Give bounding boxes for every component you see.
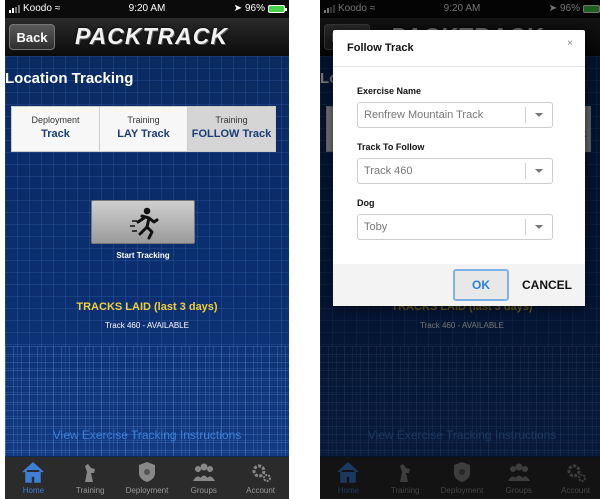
tab-small-label: Training <box>127 115 160 125</box>
status-bar: Koodo ≈ 9:20 AM ➤ 96% <box>5 0 289 18</box>
tab-label: Deployment <box>125 486 169 495</box>
tab-big-label: LAY Track <box>117 128 170 140</box>
select-value: Renfrew Mountain Track <box>364 109 484 121</box>
dog-label: Dog <box>357 198 375 208</box>
select-value: Track 460 <box>364 165 413 177</box>
badge-icon <box>138 462 155 482</box>
tab-label: Account <box>246 486 276 495</box>
dialog-footer: OK CANCEL <box>333 264 585 306</box>
battery-icon <box>268 4 287 13</box>
location-arrow-icon: ➤ <box>233 3 242 14</box>
tab-label: Training <box>75 486 105 495</box>
page-title: Location Tracking <box>5 70 134 87</box>
select-separator <box>525 163 526 179</box>
tab-small-label: Deployment <box>31 115 80 125</box>
gear-icon <box>252 464 271 482</box>
dog-icon <box>85 464 96 482</box>
instructions-link[interactable]: View Exercise Tracking Instructions <box>5 428 289 442</box>
tab-training[interactable]: Training <box>62 457 119 499</box>
tab-lay-track[interactable]: Training LAY Track <box>100 107 188 151</box>
dog-select[interactable]: Toby <box>357 214 553 240</box>
chevron-down-icon <box>535 113 543 117</box>
home-icon <box>22 461 44 483</box>
tab-home[interactable]: Home <box>5 457 62 499</box>
select-value: Toby <box>364 221 388 233</box>
track-to-follow-select[interactable]: Track 460 <box>357 158 553 184</box>
app-logo: PACKTRACK <box>75 23 228 49</box>
divider <box>333 66 585 67</box>
tab-small-label: Training <box>215 115 248 125</box>
select-separator <box>525 107 526 123</box>
tab-account[interactable]: Account <box>232 457 289 499</box>
group-icon <box>192 463 215 481</box>
tab-deployment-track[interactable]: Deployment Track <box>12 107 100 151</box>
close-icon[interactable]: × <box>567 38 573 49</box>
list-item[interactable]: Track 460 - AVAILABLE <box>5 321 289 330</box>
start-tracking-button[interactable] <box>91 200 195 244</box>
ok-button[interactable]: OK <box>453 269 509 301</box>
tab-follow-track[interactable]: Training FOLLOW Track <box>188 107 275 151</box>
tab-groups[interactable]: Groups <box>175 457 232 499</box>
chevron-down-icon <box>535 169 543 173</box>
dialog-title: Follow Track <box>347 42 414 54</box>
follow-track-dialog: Follow Track × Exercise Name Renfrew Mou… <box>333 30 585 306</box>
running-person-icon <box>130 207 159 240</box>
track-to-follow-label: Track To Follow <box>357 142 425 152</box>
phone-screen-follow-track-modal: Koodo ≈ 9:20 AM ➤ 96% Back PACKTRACK Loc… <box>320 0 600 499</box>
chevron-down-icon <box>535 225 543 229</box>
battery-percent: 96% <box>244 3 265 14</box>
tab-deployment[interactable]: Deployment <box>119 457 176 499</box>
select-separator <box>525 219 526 235</box>
phone-screen-tracking: Koodo ≈ 9:20 AM ➤ 96% Back PACKTRACK Loc… <box>5 0 289 499</box>
tracking-mode-tabs: Deployment Track Training LAY Track Trai… <box>11 106 276 152</box>
tab-label: Groups <box>190 486 217 495</box>
tab-big-label: Track <box>41 128 70 140</box>
bottom-tab-bar: Home Training Deployment Groups <box>5 457 289 499</box>
start-tracking-label: Start Tracking <box>116 251 170 260</box>
tab-label: Home <box>22 486 45 495</box>
cancel-button[interactable]: CANCEL <box>519 269 575 301</box>
app-header: Back PACKTRACK <box>5 18 289 56</box>
back-button[interactable]: Back <box>9 24 55 50</box>
exercise-name-label: Exercise Name <box>357 86 422 96</box>
tracks-laid-title: TRACKS LAID (last 3 days) <box>76 301 218 313</box>
tab-big-label: FOLLOW Track <box>191 128 272 140</box>
exercise-name-select[interactable]: Renfrew Mountain Track <box>357 102 553 128</box>
